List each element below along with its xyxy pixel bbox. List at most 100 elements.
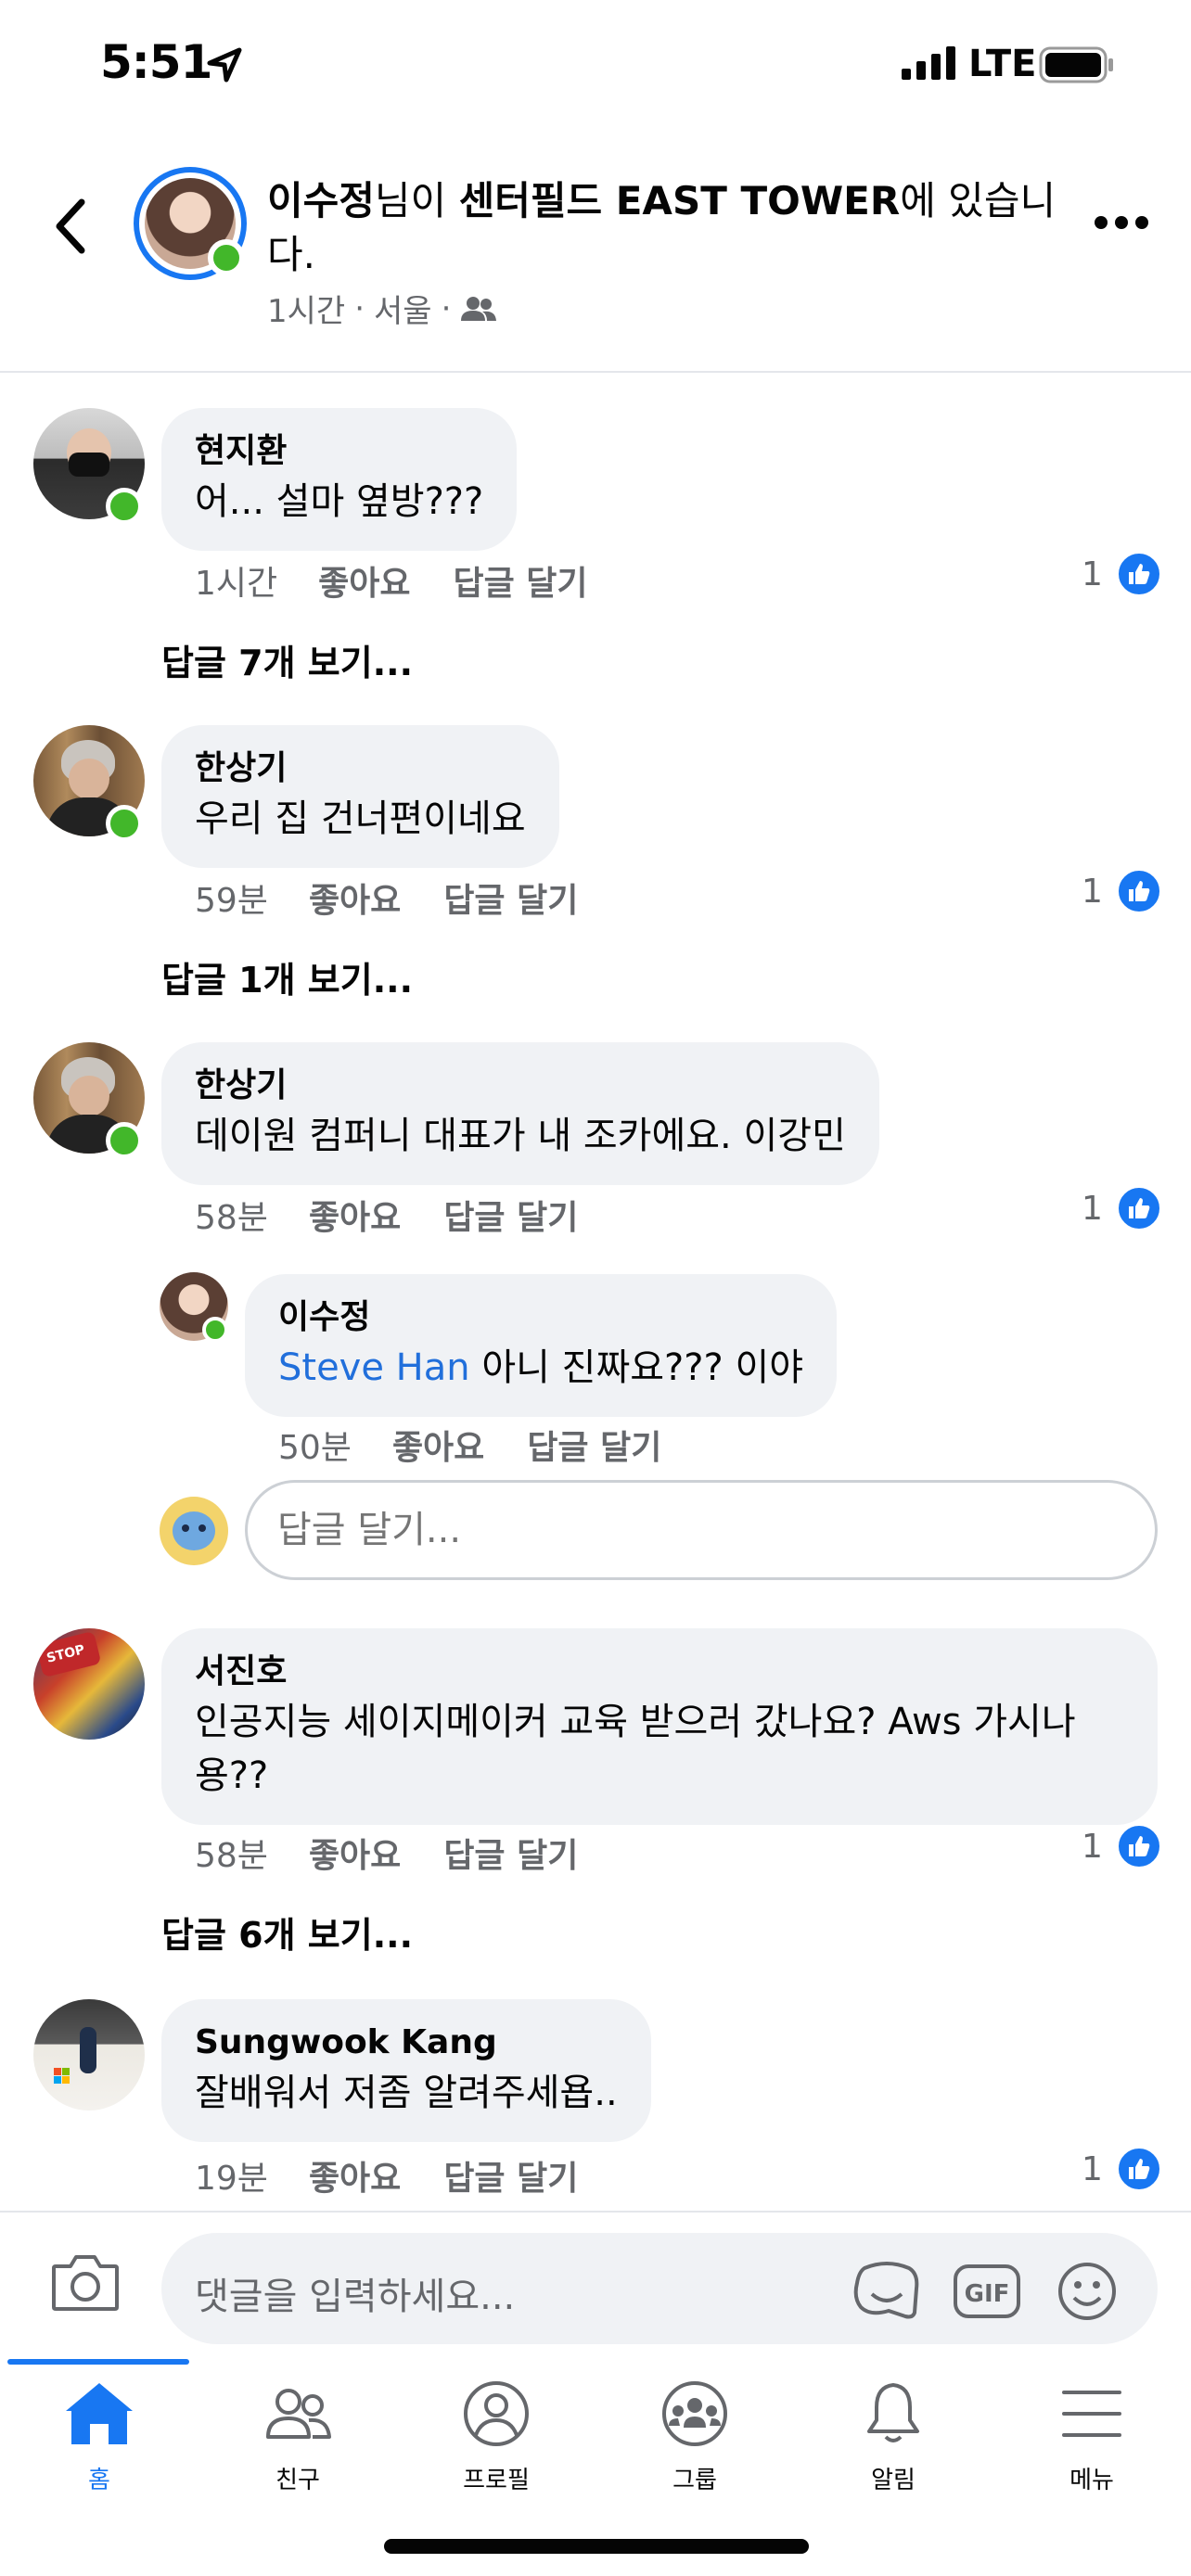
tab-notifications[interactable]: 알림: [794, 2379, 992, 2519]
comment-actions: 19분 좋아요 답글 달기: [195, 2151, 621, 2200]
view-replies-link[interactable]: 답글 1개 보기...: [161, 951, 413, 1002]
gif-icon[interactable]: GIF: [952, 2261, 1022, 2322]
post-time[interactable]: 1시간: [267, 286, 345, 331]
commenter-name[interactable]: 한상기: [195, 1063, 846, 1109]
meta-separator: ·: [441, 289, 452, 327]
comment-time[interactable]: 19분: [195, 2151, 268, 2200]
reply-button[interactable]: 답글 달기: [443, 874, 578, 922]
tab-menu[interactable]: 메뉴: [992, 2379, 1191, 2519]
camera-icon[interactable]: [50, 2251, 121, 2313]
commenter-name[interactable]: 서진호: [195, 1649, 1124, 1695]
author-name[interactable]: 이수정: [267, 178, 375, 223]
profile-icon: [464, 2381, 529, 2446]
avatar[interactable]: STOP: [33, 1628, 145, 1740]
reply-input[interactable]: [245, 1480, 1158, 1580]
like-button[interactable]: 좋아요: [309, 1829, 401, 1877]
meta-separator: ·: [354, 289, 365, 327]
comment-input[interactable]: 댓글을 입력하세요... GIF: [161, 2233, 1158, 2344]
like-button[interactable]: 좋아요: [318, 556, 410, 605]
online-indicator: [202, 1317, 228, 1343]
comment-text: 어... 설마 옆방???: [195, 480, 484, 523]
like-count[interactable]: 1: [1082, 868, 1162, 914]
thumbs-up-icon: [1115, 1823, 1162, 1869]
comment-time[interactable]: 59분: [195, 874, 268, 922]
online-indicator: [106, 488, 143, 525]
post-title: 이수정님이 센터필드 EAST TOWER에 있습니다.: [267, 174, 1065, 282]
comment-bubble[interactable]: Sungwook Kang 잘배워서 저좀 알려주세욥..: [161, 1999, 651, 2142]
post-header: 이수정님이 센터필드 EAST TOWER에 있습니다. 1시간 · 서울 ·: [0, 130, 1191, 373]
my-avatar: [160, 1497, 228, 1565]
back-button[interactable]: [45, 189, 100, 263]
title-text: 님이: [374, 178, 459, 223]
like-button[interactable]: 좋아요: [392, 1421, 484, 1469]
svg-text:GIF: GIF: [965, 2280, 1010, 2308]
reply-button[interactable]: 답글 달기: [527, 1421, 661, 1469]
like-count-number: 1: [1082, 1827, 1103, 1866]
tab-friends[interactable]: 친구: [198, 2379, 397, 2519]
tab-profile[interactable]: 프로필: [397, 2379, 596, 2519]
like-count[interactable]: 1: [1082, 1185, 1162, 1231]
comment-time[interactable]: 58분: [195, 1191, 268, 1239]
comment-bubble[interactable]: 한상기 우리 집 건너편이네요: [161, 725, 559, 868]
place-name[interactable]: 센터필드 EAST TOWER: [459, 178, 901, 223]
view-replies-link[interactable]: 답글 6개 보기...: [161, 1906, 413, 1958]
like-count[interactable]: 1: [1082, 551, 1162, 597]
like-button[interactable]: 좋아요: [309, 2151, 401, 2200]
mention-link[interactable]: Steve Han: [278, 1346, 470, 1389]
tab-label: 홈: [88, 2467, 110, 2494]
comment-actions: 58분 좋아요 답글 달기: [195, 1191, 621, 1239]
like-count[interactable]: 1: [1082, 2146, 1162, 2192]
like-button[interactable]: 좋아요: [309, 874, 401, 922]
reply-button[interactable]: 답글 달기: [443, 2151, 578, 2200]
comment-text: 잘배워서 저좀 알려주세욥..: [195, 2072, 618, 2114]
commenter-name[interactable]: 한상기: [195, 746, 526, 792]
commenter-name[interactable]: 이수정: [278, 1294, 803, 1341]
emoji-icon[interactable]: [1052, 2261, 1122, 2322]
more-options-button[interactable]: [1095, 204, 1154, 241]
home-indicator: [384, 2539, 809, 2554]
status-time: 5:51: [100, 35, 212, 89]
active-tab-indicator: [7, 2359, 189, 2365]
comment-time[interactable]: 1시간: [195, 556, 277, 605]
location-arrow-icon: [207, 47, 242, 83]
like-button[interactable]: 좋아요: [309, 1191, 401, 1239]
thumbs-up-icon: [1115, 868, 1162, 914]
tab-label: 프로필: [463, 2467, 530, 2494]
like-count-number: 1: [1082, 2149, 1103, 2188]
reply-button[interactable]: 답글 달기: [443, 1829, 578, 1877]
online-indicator: [106, 1122, 143, 1159]
comment-bubble[interactable]: 한상기 데이원 컴퍼니 대표가 내 조카에요. 이강민: [161, 1042, 879, 1185]
like-count-number: 1: [1082, 872, 1103, 911]
tab-home[interactable]: 홈: [0, 2379, 198, 2519]
comment-time[interactable]: 50분: [278, 1421, 352, 1469]
comment-text: 인공지능 세이지메이커 교육 받으러 갔나요? Aws 가시나용??: [195, 1701, 1076, 1797]
comment-composer: 댓글을 입력하세요... GIF: [0, 2211, 1191, 2359]
tab-label: 알림: [871, 2467, 916, 2494]
tab-label: 메뉴: [1069, 2467, 1114, 2494]
status-bar: 5:51 LTE: [0, 0, 1191, 130]
battery-icon: [1039, 46, 1113, 83]
comment-bubble[interactable]: 현지환 어... 설마 옆방???: [161, 408, 518, 551]
menu-icon: [1062, 2391, 1121, 2437]
comment-actions: 50분 좋아요 답글 달기: [278, 1421, 704, 1469]
comment-text: Steve Han 아니 진짜요??? 이야: [278, 1341, 803, 1395]
like-count-number: 1: [1082, 1189, 1103, 1228]
reply-button[interactable]: 답글 달기: [443, 1191, 578, 1239]
comment-actions: 1시간 좋아요 답글 달기: [195, 556, 631, 605]
post-meta: 1시간 · 서울 ·: [267, 286, 497, 331]
tab-groups[interactable]: 그룹: [596, 2379, 794, 2519]
avatar-sticker-icon[interactable]: [852, 2261, 922, 2322]
thumbs-up-icon: [1115, 2146, 1162, 2192]
commenter-name[interactable]: Sungwook Kang: [195, 2020, 618, 2066]
friends-icon: [266, 2389, 331, 2439]
signal-icon: [902, 46, 955, 80]
view-replies-link[interactable]: 답글 7개 보기...: [161, 634, 413, 685]
reply-button[interactable]: 답글 달기: [454, 556, 588, 605]
like-count[interactable]: 1: [1082, 1823, 1162, 1869]
comment-time[interactable]: 58분: [195, 1829, 268, 1877]
avatar[interactable]: [33, 1999, 145, 2111]
commenter-name[interactable]: 현지환: [195, 428, 483, 475]
reply-bubble[interactable]: 이수정 Steve Han 아니 진짜요??? 이야: [245, 1274, 838, 1417]
comment-bubble[interactable]: 서진호 인공지능 세이지메이커 교육 받으러 갔나요? Aws 가시나용??: [161, 1628, 1158, 1825]
comment-placeholder: 댓글을 입력하세요...: [195, 2276, 516, 2318]
